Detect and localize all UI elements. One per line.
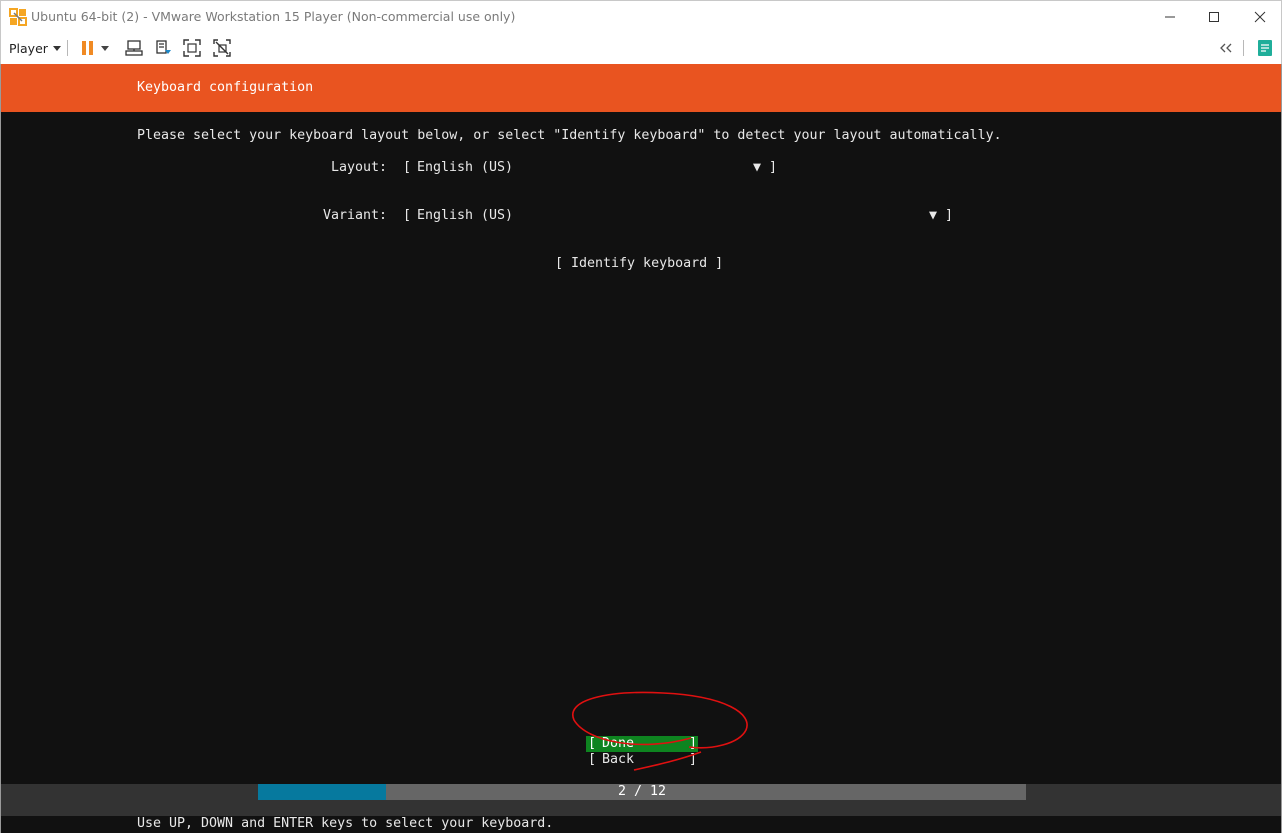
dropdown-arrow-icon	[101, 45, 109, 51]
instruction-text: Please select your keyboard layout below…	[137, 128, 1002, 143]
minimize-button[interactable]	[1147, 1, 1193, 33]
bracket-open: [	[588, 736, 597, 751]
full-screen-icon	[183, 39, 201, 57]
vmware-app-icon	[9, 8, 27, 26]
window-title-bar: Ubuntu 64-bit (2) - VMware Workstation 1…	[0, 0, 1282, 32]
unity-button[interactable]	[211, 37, 233, 59]
variant-value: English (US)	[417, 208, 514, 223]
close-icon	[1254, 11, 1266, 23]
bracket-close: ]	[769, 160, 778, 175]
layout-value: English (US)	[417, 160, 514, 175]
done-button-label: Done	[602, 736, 635, 751]
message-log-icon	[1258, 40, 1272, 56]
bracket-close: ]	[689, 752, 698, 767]
removable-devices-button[interactable]	[153, 37, 175, 59]
red-circle-annotation	[572, 691, 748, 771]
close-button[interactable]	[1237, 1, 1282, 33]
maximize-button[interactable]	[1191, 1, 1237, 33]
identify-keyboard-button[interactable]: [ Identify keyboard ]	[555, 256, 723, 272]
minimize-icon	[1165, 16, 1175, 18]
back-button-label: Back	[602, 752, 635, 767]
installer-footer: 2 / 12	[1, 784, 1281, 816]
send-ctrl-alt-del-button[interactable]	[123, 37, 145, 59]
bracket-open: [	[403, 160, 412, 175]
layout-select[interactable]: [ English (US) ▼ ]	[403, 160, 779, 176]
pause-button[interactable]	[77, 37, 99, 59]
page-title: Keyboard configuration	[137, 80, 314, 95]
dropdown-arrow-icon: ▼	[929, 208, 938, 223]
toolbar-divider	[67, 40, 68, 56]
bracket-close: ]	[689, 736, 698, 751]
variant-label: Variant:	[322, 208, 387, 223]
collapse-icon	[1220, 43, 1232, 53]
maximize-icon	[1209, 12, 1219, 22]
chevron-down-icon	[52, 45, 61, 51]
toolbar-divider	[1243, 40, 1244, 56]
progress-bar: 2 / 12	[258, 784, 1026, 800]
bracket-close: ]	[945, 208, 954, 223]
collapse-toolbar-button[interactable]	[1215, 37, 1237, 59]
pause-icon	[82, 41, 93, 55]
player-menu-button[interactable]: Player	[9, 38, 61, 58]
vm-screen[interactable]: Keyboard configuration Please select you…	[0, 64, 1282, 833]
layout-label: Layout:	[330, 160, 387, 175]
variant-select[interactable]: [ English (US) ▼ ]	[403, 208, 955, 224]
player-toolbar: Player	[0, 32, 1282, 64]
window-title: Ubuntu 64-bit (2) - VMware Workstation 1…	[31, 9, 516, 24]
bracket-open: [	[403, 208, 412, 223]
back-button[interactable]: [ Back ]	[586, 752, 698, 768]
unity-icon	[213, 39, 231, 57]
done-button[interactable]: [ Done ]	[586, 736, 698, 752]
dropdown-arrow-icon: ▼	[753, 160, 762, 175]
progress-text: 2 / 12	[617, 784, 667, 799]
help-text: Use UP, DOWN and ENTER keys to select yo…	[137, 816, 554, 831]
power-dropdown-button[interactable]	[98, 37, 112, 59]
removable-devices-icon	[156, 40, 171, 54]
full-screen-button[interactable]	[181, 37, 203, 59]
send-ctrl-alt-del-icon	[125, 40, 143, 56]
player-menu-label: Player	[9, 40, 48, 56]
message-log-button[interactable]	[1254, 37, 1276, 59]
installer-header: Keyboard configuration	[1, 64, 1281, 112]
bracket-open: [	[588, 752, 597, 767]
